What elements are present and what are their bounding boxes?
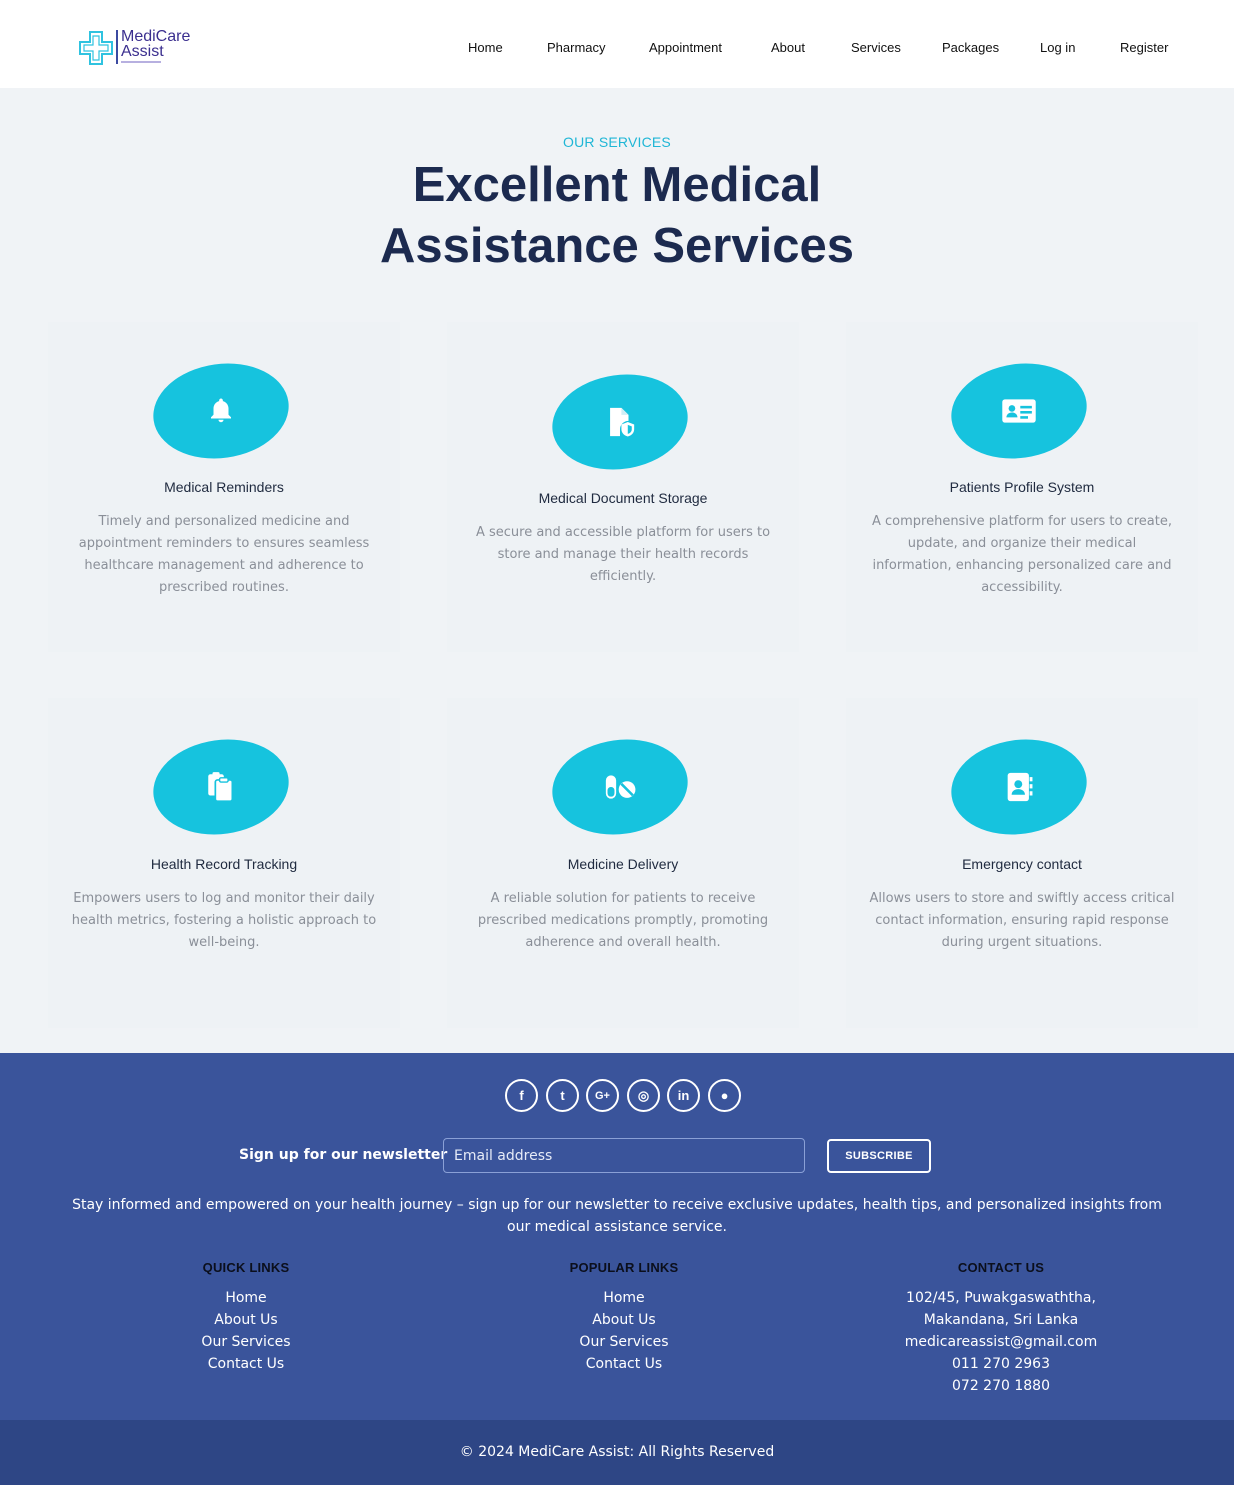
service-card-document-storage[interactable]: Medical Document Storage A secure and ac… [447, 322, 799, 652]
service-title: Patients Profile System [949, 479, 1095, 495]
main-nav: Home Pharmacy Appointment About Services… [0, 40, 1234, 58]
section-title-line2: Assistance Services [380, 219, 854, 273]
nav-login[interactable]: Log in [1040, 40, 1075, 55]
section-kicker: OUR SERVICES [563, 134, 671, 150]
icon-blob [945, 354, 1093, 468]
service-title: Health Record Tracking [150, 856, 298, 872]
service-card-emergency-contact[interactable]: Emergency contact Allows users to store … [846, 698, 1198, 1028]
linkedin-icon[interactable]: in [667, 1079, 700, 1112]
twitter-icon[interactable]: t [546, 1079, 579, 1112]
service-title: Medical Document Storage [538, 490, 708, 506]
nav-pharmacy[interactable]: Pharmacy [547, 40, 606, 55]
email-input[interactable] [443, 1138, 805, 1173]
service-description: A comprehensive platform for users to cr… [871, 514, 1172, 595]
nav-home[interactable]: Home [468, 40, 503, 55]
quick-links: QUICK LINKS Home About Us Our Services C… [96, 1260, 396, 1375]
id-card-icon [1002, 399, 1036, 423]
quick-link-services[interactable]: Our Services [96, 1331, 396, 1353]
popular-link-home[interactable]: Home [474, 1287, 774, 1309]
contact-us: CONTACT US 102/45, Puwakgaswaththa, Maka… [851, 1260, 1151, 1397]
service-card-patients-profile[interactable]: Patients Profile System A comprehensive … [846, 322, 1198, 652]
service-description: Allows users to store and swiftly access… [869, 891, 1175, 950]
popular-link-contact[interactable]: Contact Us [474, 1353, 774, 1375]
popular-links: POPULAR LINKS Home About Us Our Services… [474, 1260, 774, 1375]
icon-blob [546, 365, 694, 479]
icon-blob [147, 730, 295, 844]
service-card-medical-reminders[interactable]: Medical Reminders Timely and personalize… [48, 322, 400, 652]
nav-register[interactable]: Register [1120, 40, 1168, 55]
icon-blob [147, 354, 295, 468]
file-shield-icon [610, 407, 635, 437]
contact-email[interactable]: medicareassist@gmail.com [851, 1331, 1151, 1353]
section-title-line1: Excellent Medical [412, 158, 822, 212]
facebook-icon[interactable]: f [505, 1079, 538, 1112]
service-title: Medicine Delivery [567, 856, 679, 872]
contact-address-line1: 102/45, Puwakgaswaththa, [906, 1290, 1096, 1306]
service-title: Medical Reminders [164, 479, 284, 495]
quick-links-heading: QUICK LINKS [202, 1260, 290, 1275]
logo-tagline-mark [121, 61, 161, 63]
site-header: MediCare Assist Home Pharmacy Appointmen… [0, 0, 1234, 88]
popular-link-services[interactable]: Our Services [474, 1331, 774, 1353]
icon-blob [945, 730, 1093, 844]
google-plus-icon[interactable]: G+ [586, 1079, 619, 1112]
quick-link-about[interactable]: About Us [96, 1309, 396, 1331]
bell-icon [211, 398, 231, 423]
nav-packages[interactable]: Packages [942, 40, 999, 55]
service-card-medicine-delivery[interactable]: Medicine Delivery A reliable solution fo… [447, 698, 799, 1028]
service-card-health-record-tracking[interactable]: Health Record Tracking Empowers users to… [48, 698, 400, 1028]
service-description: A reliable solution for patients to rece… [477, 891, 769, 950]
github-icon[interactable]: ● [708, 1079, 741, 1112]
popular-links-heading: POPULAR LINKS [569, 1260, 679, 1275]
quick-link-contact[interactable]: Contact Us [96, 1353, 396, 1375]
popular-link-about[interactable]: About Us [474, 1309, 774, 1331]
service-title: Emergency contact [962, 856, 1082, 872]
icon-blob [546, 730, 694, 844]
subscribe-button[interactable]: SUBSCRIBE [827, 1139, 931, 1173]
contact-address-line2: Makandana, Sri Lanka [923, 1312, 1079, 1328]
contact-phone-1: 011 270 2963 [952, 1356, 1050, 1372]
newsletter-description: Stay informed and empowered on your heal… [72, 1197, 1162, 1235]
contact-heading: CONTACT US [957, 1260, 1045, 1275]
contact-book-icon [1007, 772, 1033, 802]
contact-phone-2: 072 270 1880 [952, 1378, 1050, 1394]
service-description: A secure and accessible platform for use… [475, 525, 771, 584]
clipboards-icon [208, 772, 234, 803]
instagram-icon[interactable]: ◎ [627, 1079, 660, 1112]
service-description: Timely and personalized medicine and app… [78, 514, 370, 595]
nav-appointment[interactable]: Appointment [649, 40, 722, 55]
pills-icon [605, 775, 636, 799]
section-title: Excellent Medical Assistance Services [0, 155, 1234, 277]
site-footer: f t G+ ◎ in ● Sign up for our newsletter… [0, 1053, 1234, 1420]
quick-link-home[interactable]: Home [96, 1287, 396, 1309]
newsletter-label: Sign up for our newsletter [239, 1147, 448, 1163]
copyright: © 2024 MediCare Assist: All Rights Reser… [0, 1420, 1234, 1485]
nav-about[interactable]: About [771, 40, 805, 55]
service-description: Empowers users to log and monitor their … [71, 891, 377, 950]
nav-services[interactable]: Services [851, 40, 901, 55]
